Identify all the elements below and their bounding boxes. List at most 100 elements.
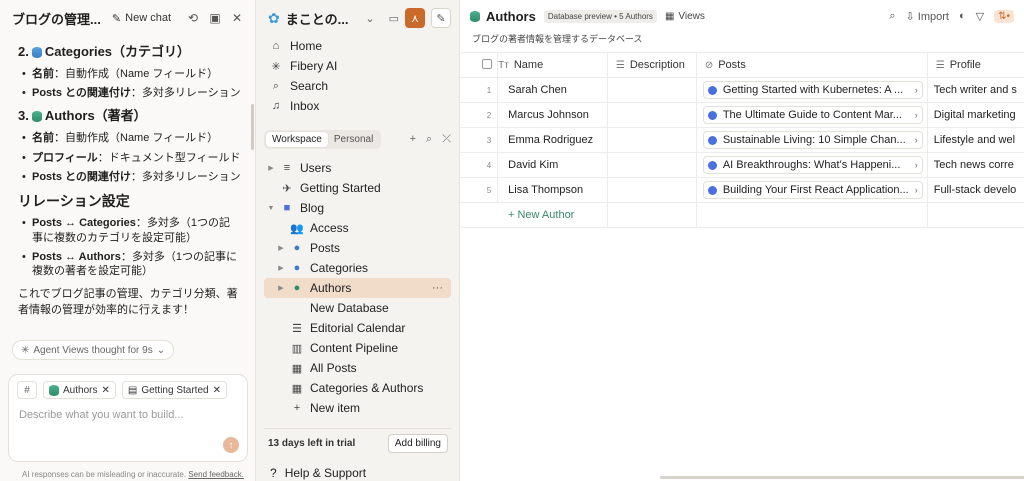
context-chip-getting-started[interactable]: ▤ Getting Started ✕ <box>121 381 227 399</box>
name-cell[interactable]: Emma Rodriguez <box>497 127 608 153</box>
tab-workspace[interactable]: Workspace <box>266 131 328 147</box>
chevron-right-icon[interactable]: › <box>915 85 918 95</box>
add-billing-button[interactable]: Add billing <box>387 434 448 453</box>
tree-item-getting-started[interactable]: ✈ Getting Started <box>264 178 451 198</box>
posts-cell[interactable]: Sustainable Living: 10 Simple Chan... › <box>696 127 928 153</box>
sidebar-toggle-icon[interactable]: ▭ <box>389 12 399 25</box>
post-relation-chip[interactable]: Getting Started with Kubernetes: A ... › <box>702 81 923 99</box>
description-cell[interactable] <box>607 127 697 153</box>
posts-cell[interactable]: The Ultimate Guide to Content Mar... › <box>696 102 928 128</box>
chevron-down-icon[interactable]: ⌄ <box>365 12 374 25</box>
sort-button[interactable]: ⇅• <box>994 9 1014 23</box>
collapse-icon[interactable]: ⤫ <box>442 133 451 146</box>
posts-cell[interactable]: AI Breakthroughs: What's Happeni... › <box>696 152 928 178</box>
send-button[interactable]: ↑ <box>223 437 239 453</box>
column-header-posts[interactable]: ⊘ Posts <box>696 52 928 78</box>
chevron-right-icon[interactable]: › <box>915 185 918 195</box>
nav-item-inbox[interactable]: ♫ Inbox <box>256 96 459 116</box>
expand-arrow-icon[interactable]: ▶ <box>276 244 286 252</box>
description-cell[interactable] <box>607 177 697 203</box>
posts-cell[interactable]: Building Your First React Application...… <box>696 177 928 203</box>
send-feedback-link[interactable]: Send feedback. <box>188 470 244 479</box>
tree-item-all-posts[interactable]: ▦ All Posts <box>264 358 451 378</box>
tree-item-editorial-calendar[interactable]: ☰ Editorial Calendar <box>264 318 451 338</box>
tree-item-authors[interactable]: ▶ ● Authors ··· <box>264 278 451 298</box>
toggle-icon[interactable]: ◐ <box>959 10 966 22</box>
nav-item-search[interactable]: ⌕ Search <box>256 76 459 96</box>
chevron-right-icon[interactable]: › <box>915 110 918 120</box>
post-relation-chip[interactable]: Building Your First React Application...… <box>702 181 923 199</box>
name-cell[interactable]: Sarah Chen <box>497 77 608 103</box>
profile-cell[interactable]: Tech writer and s <box>927 77 1024 103</box>
profile-cell[interactable]: Full-stack develo <box>927 177 1024 203</box>
table-row[interactable]: 5 Lisa Thompson Building Your First React … <box>460 177 1024 203</box>
name-cell[interactable]: Lisa Thompson <box>497 177 608 203</box>
new-chat-button[interactable]: ✎ New chat <box>112 12 171 25</box>
column-header-name[interactable]: Tт Name <box>497 52 608 78</box>
name-cell[interactable]: Marcus Johnson <box>497 102 608 128</box>
expand-arrow-icon[interactable]: ▼ <box>266 205 276 212</box>
select-all-checkbox[interactable] <box>460 52 499 78</box>
tree-item-posts[interactable]: ▶ ● Posts <box>264 238 451 258</box>
nav-item-fibery-ai[interactable]: ✳ Fibery AI <box>256 56 459 76</box>
dock-icon[interactable]: ▣ <box>207 10 223 26</box>
tree-item-content-pipeline[interactable]: ▥ Content Pipeline <box>264 338 451 358</box>
help-support-link[interactable]: ? Help & Support <box>270 466 366 480</box>
chevron-right-icon[interactable]: › <box>915 135 918 145</box>
import-button[interactable]: ⇩ Import <box>906 10 949 23</box>
relations-list: Posts ↔ Categories：多対多（1つの記事に複数のカテゴリを設定可… <box>18 216 241 278</box>
post-relation-chip[interactable]: The Ultimate Guide to Content Mar... › <box>702 106 923 124</box>
chevron-right-icon[interactable]: › <box>915 160 918 170</box>
nav-item-home[interactable]: ⌂ Home <box>256 36 459 56</box>
table-row[interactable]: 1 Sarah Chen Getting Started with Kubernet… <box>460 77 1024 103</box>
description-cell[interactable] <box>607 152 697 178</box>
new-author-button[interactable]: + New Author <box>460 202 608 228</box>
context-chip-authors[interactable]: Authors ✕ <box>43 381 116 399</box>
tree-item-users[interactable]: ▶ ≡ Users <box>264 158 451 178</box>
profile-cell[interactable]: Digital marketing <box>927 102 1024 128</box>
post-relation-chip[interactable]: AI Breakthroughs: What's Happeni... › <box>702 156 923 174</box>
close-icon[interactable]: ✕ <box>229 10 245 26</box>
chat-composer[interactable]: # Authors ✕ ▤ Getting Started ✕ Describe… <box>8 374 248 462</box>
tree-item-categories[interactable]: ▶ ● Categories <box>264 258 451 278</box>
chat-input[interactable]: Describe what you want to build... <box>9 405 247 425</box>
search-icon[interactable]: ⌕ <box>889 10 895 23</box>
tree-item-new-item[interactable]: + New item <box>264 398 451 418</box>
search-icon[interactable]: ⌕ <box>426 133 432 146</box>
list-item: 名前：自動作成（Name フィールド） <box>22 131 241 146</box>
tree-item-access[interactable]: 👥 Access <box>264 218 451 238</box>
views-button[interactable]: ▦ Views <box>665 11 705 22</box>
table-row[interactable]: 4 David Kim AI Breakthroughs: What's Happe… <box>460 152 1024 178</box>
close-icon[interactable]: ✕ <box>213 385 221 396</box>
filter-icon[interactable]: ▽ <box>976 10 984 23</box>
ai-agent-button[interactable]: ⋏ <box>405 8 425 28</box>
profile-cell[interactable]: Lifestyle and wel <box>927 127 1024 153</box>
tree-item-categories-authors[interactable]: ▦ Categories & Authors <box>264 378 451 398</box>
history-icon[interactable]: ⟲ <box>185 10 201 26</box>
agent-thought-toggle[interactable]: ✳ Agent Views thought for 9s ⌄ <box>12 340 175 360</box>
posts-cell[interactable]: Getting Started with Kubernetes: A ... › <box>696 77 928 103</box>
description-cell[interactable] <box>607 102 697 128</box>
hash-icon[interactable]: # <box>17 381 37 399</box>
expand-arrow-icon[interactable]: ▶ <box>266 164 276 172</box>
workspace-name[interactable]: まことの... <box>286 9 360 28</box>
column-header-profile[interactable]: ☰ Profile <box>927 52 1024 78</box>
horizontal-scrollbar[interactable] <box>660 476 1024 479</box>
name-cell[interactable]: David Kim <box>497 152 608 178</box>
more-icon[interactable]: ··· <box>432 282 443 294</box>
compose-button[interactable]: ✎ <box>431 8 451 28</box>
expand-arrow-icon[interactable]: ▶ <box>276 284 286 292</box>
profile-cell[interactable]: Tech news corre <box>927 152 1024 178</box>
table-row[interactable]: 2 Marcus Johnson The Ultimate Guide to Con… <box>460 102 1024 128</box>
table-row[interactable]: 3 Emma Rodriguez Sustainable Living: 10 Si… <box>460 127 1024 153</box>
tab-personal[interactable]: Personal <box>328 132 379 147</box>
expand-arrow-icon[interactable]: ▶ <box>276 264 286 272</box>
tree-item-blog[interactable]: ▼ ■ Blog <box>264 198 451 218</box>
close-icon[interactable]: ✕ <box>101 385 109 396</box>
plus-icon[interactable]: + <box>410 133 416 146</box>
post-relation-chip[interactable]: Sustainable Living: 10 Simple Chan... › <box>702 131 923 149</box>
tree-item-new-database[interactable]: New Database <box>264 298 451 318</box>
column-header-description[interactable]: ☰ Description <box>607 52 697 78</box>
chat-scrollbar[interactable] <box>251 104 254 150</box>
description-cell[interactable] <box>607 77 697 103</box>
